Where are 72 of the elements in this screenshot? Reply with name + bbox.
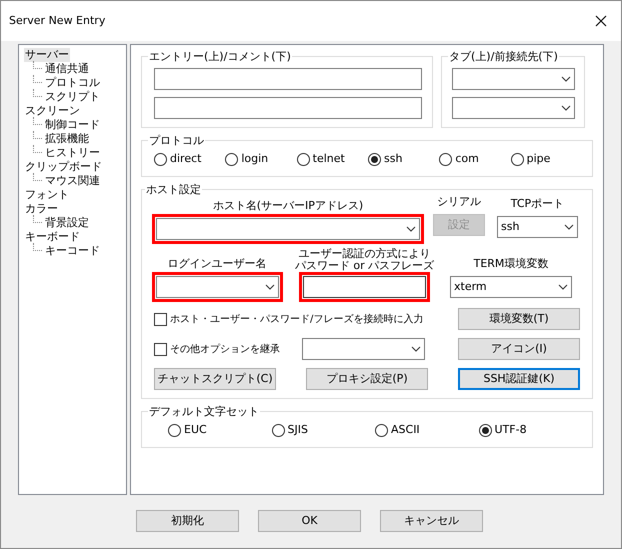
push-button[interactable]: アイコン(I)	[458, 338, 580, 360]
field-label: ログインユーザー名	[168, 256, 266, 272]
field-label: シリアル	[437, 194, 481, 210]
tree-line	[33, 131, 42, 139]
tree-item[interactable]: キーボード	[24, 230, 81, 244]
tree-line	[33, 117, 42, 125]
tree-item[interactable]: スクリーン	[24, 104, 81, 118]
radio-button[interactable]: pipe	[510, 151, 582, 168]
push-button[interactable]: キャンセル	[380, 510, 483, 532]
field-label: ユーザー認証の方式により	[298, 248, 430, 260]
dropdown[interactable]	[452, 97, 575, 119]
window-title: Server New Entry	[9, 12, 106, 29]
chevron-down-icon	[558, 284, 568, 290]
group-title: ホスト設定	[145, 182, 202, 196]
group-title: エントリー(上)/コメント(下)	[148, 50, 292, 63]
push-button[interactable]: 初期化	[136, 510, 239, 532]
tree-line	[33, 173, 42, 181]
radio-button[interactable]: telnet	[296, 151, 368, 168]
push-button[interactable]: SSH認証鍵(K)	[458, 368, 580, 390]
radio-button[interactable]: com	[439, 151, 511, 168]
radio-button[interactable]: ssh	[368, 151, 440, 168]
field-label: ホスト名(サーバーIPアドレス)	[212, 198, 364, 214]
chevron-down-icon	[406, 226, 416, 232]
tree-line	[33, 215, 42, 223]
tree-line	[33, 243, 42, 251]
tree-item[interactable]: フォント	[24, 188, 70, 202]
group-title: タブ(上)/前接続先(下)	[448, 50, 559, 63]
push-button[interactable]: チャットスクリプト(C)	[154, 368, 276, 390]
tree-item[interactable]: クリップボード	[24, 160, 103, 174]
radio-button[interactable]: EUC	[168, 422, 272, 438]
tree-item[interactable]: 通信共通	[44, 62, 90, 76]
tree-line	[33, 89, 42, 97]
tree-item[interactable]: プロトコル	[44, 76, 101, 90]
close-icon[interactable]	[595, 15, 607, 27]
field-label: パスワード or パスフレーズ	[294, 260, 434, 272]
group-title: プロトコル	[148, 134, 205, 147]
tree-item[interactable]: キーコード	[44, 244, 101, 258]
checkbox[interactable]: ホスト・ユーザー・パスワード/フレーズを接続時に入力	[154, 312, 424, 326]
radio-button[interactable]: UTF-8	[478, 422, 582, 438]
radio-button[interactable]: login	[225, 151, 297, 168]
checkbox[interactable]: その他オプションを継承	[154, 342, 302, 356]
group-title: デフォルト文字セット	[148, 405, 260, 418]
tree-item[interactable]: マウス関連	[44, 174, 101, 188]
tree-line	[33, 75, 42, 83]
entry-field[interactable]	[154, 68, 422, 90]
chevron-down-icon	[564, 224, 574, 230]
dropdown[interactable]: ssh	[497, 216, 578, 238]
dropdown[interactable]: xterm	[450, 276, 572, 298]
radio-button[interactable]: direct	[154, 151, 226, 168]
tree-line	[33, 145, 42, 153]
comment-field[interactable]	[154, 97, 422, 119]
chevron-down-icon	[561, 76, 571, 82]
push-button[interactable]: 環境変数(T)	[458, 308, 580, 330]
field-label: TERM環境変数	[474, 256, 548, 272]
push-button[interactable]: プロキシ設定(P)	[306, 368, 428, 390]
dropdown[interactable]	[452, 68, 575, 90]
tree-item[interactable]: 制御コード	[44, 118, 101, 132]
chevron-down-icon	[264, 284, 274, 290]
tree-item[interactable]: カラー	[24, 202, 59, 216]
radio-button[interactable]: ASCII	[375, 422, 478, 438]
push-button[interactable]: OK	[258, 510, 361, 532]
dropdown[interactable]	[302, 338, 425, 360]
tree-item[interactable]: 拡張機能	[44, 132, 90, 146]
tree-item[interactable]: ヒストリー	[44, 146, 101, 160]
tree-line	[33, 61, 42, 69]
tree-item[interactable]: サーバー	[24, 48, 70, 62]
radio-button[interactable]: SJIS	[272, 422, 375, 438]
chevron-down-icon	[561, 105, 571, 111]
chevron-down-icon	[411, 346, 421, 352]
tree-item[interactable]: 背景設定	[44, 216, 90, 230]
field-label: TCPポート	[510, 196, 564, 212]
tree-item[interactable]: スクリプト	[44, 90, 101, 104]
